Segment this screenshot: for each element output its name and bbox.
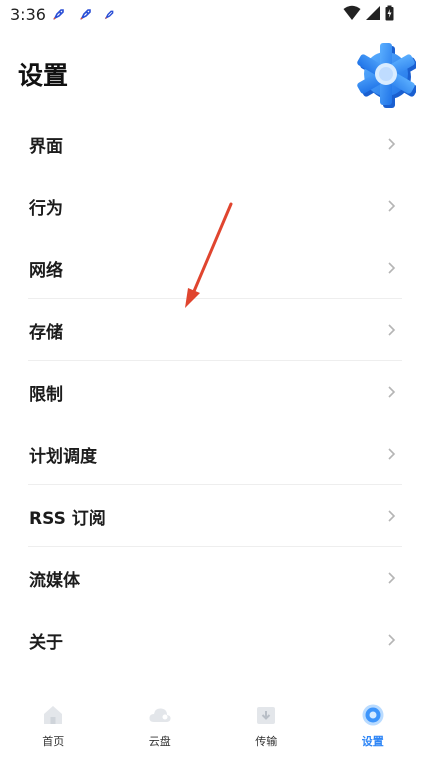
tab-label: 传输 xyxy=(255,735,278,748)
chevron-right-icon xyxy=(388,138,396,150)
settings-gear-icon xyxy=(357,43,416,108)
menu-item-label: 流媒体 xyxy=(29,570,80,591)
menu-item-about[interactable]: 关于 xyxy=(0,609,426,671)
bottom-tab-bar: 首页 云盘 传输 设置 xyxy=(0,696,426,757)
menu-item-streaming[interactable]: 流媒体 xyxy=(0,547,426,609)
chevron-right-icon xyxy=(388,448,396,460)
tab-home[interactable]: 首页 xyxy=(0,696,107,757)
battery-charging-icon xyxy=(385,5,394,21)
settings-icon xyxy=(362,704,384,726)
rocket-notification-icon xyxy=(53,9,64,20)
menu-item-network[interactable]: 网络 xyxy=(0,237,426,299)
cellular-signal-icon xyxy=(366,6,380,20)
menu-item-label: 网络 xyxy=(29,260,63,281)
menu-item-label: RSS 订阅 xyxy=(29,508,106,529)
transfer-icon xyxy=(257,707,276,724)
chevron-right-icon xyxy=(388,324,396,336)
menu-item-interface[interactable]: 界面 xyxy=(0,113,426,175)
menu-item-label: 关于 xyxy=(29,632,63,653)
menu-item-limits[interactable]: 限制 xyxy=(0,361,426,423)
menu-item-behavior[interactable]: 行为 xyxy=(0,175,426,237)
chevron-right-icon xyxy=(388,386,396,398)
chevron-right-icon xyxy=(388,572,396,584)
home-icon xyxy=(44,706,63,724)
rocket-notification-icon xyxy=(80,9,91,20)
menu-item-label: 存储 xyxy=(29,322,63,343)
chevron-right-icon xyxy=(388,200,396,212)
tab-cloud[interactable]: 云盘 xyxy=(107,696,214,757)
page-title: 设置 xyxy=(18,61,69,90)
tab-settings[interactable]: 设置 xyxy=(320,696,426,757)
menu-item-scheduler[interactable]: 计划调度 xyxy=(0,423,426,485)
tab-label: 云盘 xyxy=(148,735,171,748)
menu-item-label: 限制 xyxy=(29,384,63,405)
menu-item-rss[interactable]: RSS 订阅 xyxy=(0,485,426,547)
chevron-right-icon xyxy=(388,262,396,274)
tab-transfer[interactable]: 传输 xyxy=(213,696,320,757)
menu-item-label: 界面 xyxy=(29,136,63,157)
cloud-icon xyxy=(149,708,171,722)
tab-label: 设置 xyxy=(361,735,384,748)
chevron-right-icon xyxy=(388,510,396,522)
menu-item-label: 行为 xyxy=(29,198,63,219)
menu-item-label: 计划调度 xyxy=(29,446,97,467)
chevron-right-icon xyxy=(388,634,396,646)
menu-item-storage[interactable]: 存储 xyxy=(0,299,426,361)
status-time: 3:36 xyxy=(10,5,46,24)
tab-label: 首页 xyxy=(42,735,65,748)
wifi-icon xyxy=(343,5,361,20)
status-bar: 3:36 xyxy=(0,0,426,30)
settings-menu: 界面 行为 网络 存储 限制 计划调度 RSS 订阅 流媒体 关于 xyxy=(0,113,426,671)
system-icons xyxy=(343,5,394,21)
rocket-notification-icon xyxy=(104,10,114,20)
